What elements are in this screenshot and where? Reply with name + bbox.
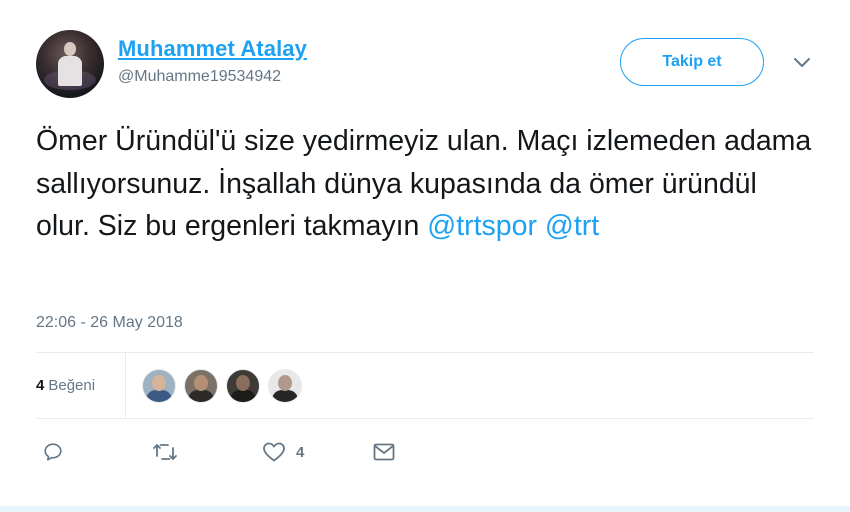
reply-button[interactable] [42, 440, 64, 464]
like-button[interactable]: 4 [262, 440, 304, 464]
mention-separator [537, 210, 545, 242]
liker-avatar[interactable] [142, 369, 176, 403]
liker-avatar[interactable] [226, 369, 260, 403]
like-count: 4 [296, 443, 305, 461]
retweet-button[interactable] [152, 440, 178, 464]
chevron-down-icon[interactable] [792, 54, 812, 70]
stats-top-divider [36, 352, 814, 353]
liker-avatars [142, 369, 310, 403]
author-avatar[interactable] [36, 30, 104, 98]
tweet-timestamp[interactable]: 22:06 - 26 May 2018 [36, 314, 183, 332]
avatar-figure-head [64, 42, 76, 56]
likes-count: 4 [36, 377, 45, 394]
direct-message-button[interactable] [372, 440, 396, 464]
direct-message-icon [373, 443, 395, 461]
heart-icon [263, 442, 285, 462]
mention-trtspor[interactable]: @trtspor [427, 210, 537, 242]
follow-button[interactable]: Takip et [620, 38, 764, 86]
tweet-card: Muhammet Atalay @Muhamme19534942 Takip e… [0, 0, 850, 512]
author-handle[interactable]: @Muhamme19534942 [118, 68, 281, 86]
author-display-name[interactable]: Muhammet Atalay [118, 36, 307, 62]
reply-icon [44, 443, 62, 461]
liker-avatar[interactable] [184, 369, 218, 403]
likes-label: Beğeni [48, 377, 96, 394]
tweet-text: Ömer Üründül'ü size yedirmeyiz ulan. Maç… [36, 120, 816, 248]
avatar-figure-body [58, 56, 82, 86]
stats-bottom-divider [36, 418, 814, 419]
liker-avatar[interactable] [268, 369, 302, 403]
mention-trt[interactable]: @trt [545, 210, 599, 242]
likes-stat[interactable]: 4 Beğeni [36, 377, 95, 394]
bottom-border-strip [0, 506, 850, 512]
tweet-body-text: Ömer Üründül'ü size yedirmeyiz ulan. Maç… [36, 125, 812, 242]
stats-vertical-divider [125, 353, 126, 418]
retweet-icon [153, 444, 177, 460]
